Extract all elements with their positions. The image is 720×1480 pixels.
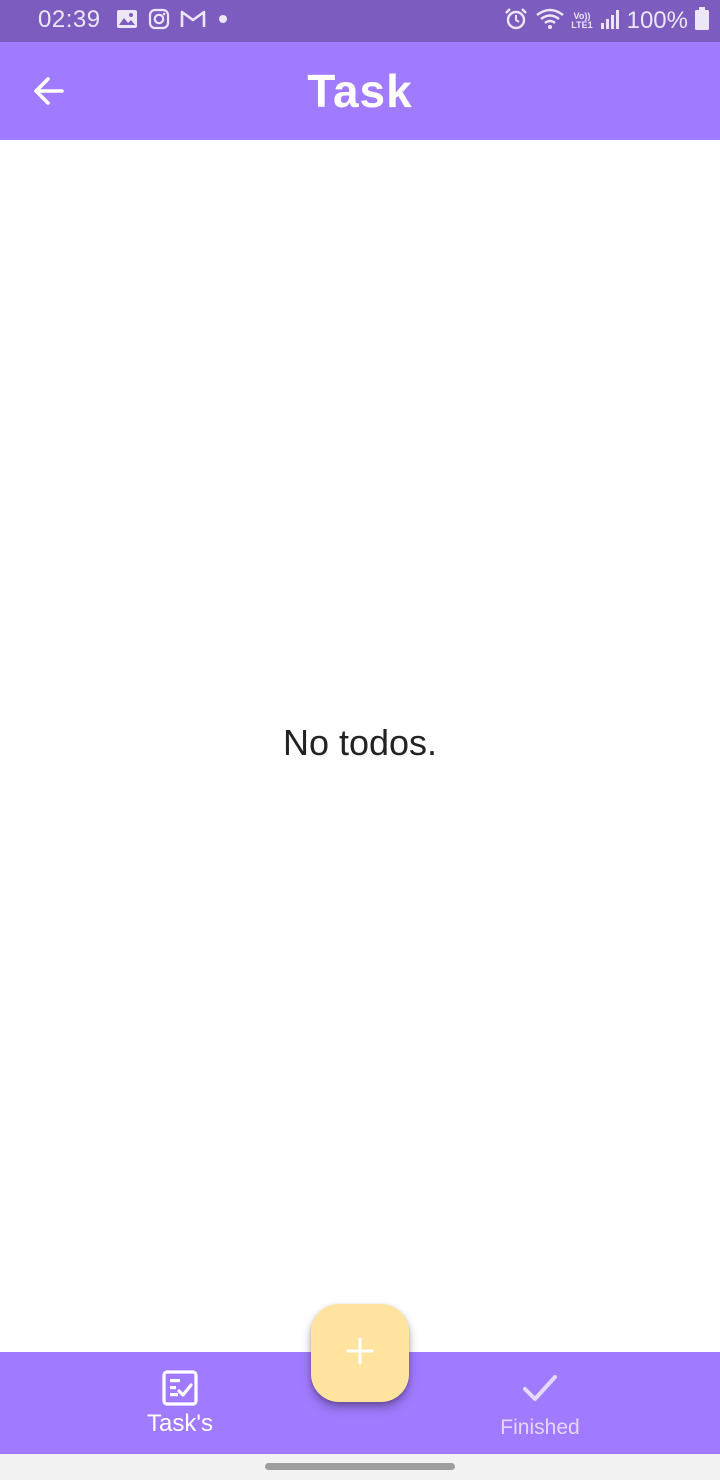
gmail-icon (180, 9, 206, 34)
volte-bottom: LTE1 (571, 20, 593, 30)
battery-icon (694, 6, 710, 36)
notification-icons (116, 8, 230, 35)
page-title: Task (307, 65, 413, 117)
volte-icon: Vo)) LTE1 (571, 12, 592, 30)
gallery-icon (116, 9, 138, 34)
nav-label-finished: Finished (500, 1416, 580, 1439)
empty-state-message: No todos. (282, 722, 438, 763)
gesture-handle[interactable] (265, 1463, 455, 1470)
app-bar: Task (0, 42, 720, 140)
battery-percent: 100% (626, 7, 688, 34)
system-icons: Vo)) LTE1 100% (503, 6, 710, 36)
dot-icon (216, 12, 230, 31)
nav-label-tasks: Task's (147, 1410, 213, 1437)
wifi-icon (535, 7, 565, 36)
nav-item-tasks[interactable]: Task's (80, 1352, 280, 1454)
task-list-icon (162, 1370, 198, 1406)
status-bar: 02:39 Vo)) LTE1 100% (0, 0, 720, 42)
task-list: No todos. (0, 140, 720, 1352)
signal-icon (599, 8, 621, 35)
plus-icon (346, 1337, 374, 1370)
instagram-icon (148, 8, 170, 35)
alarm-icon (503, 6, 529, 37)
status-time: 02:39 (38, 6, 101, 33)
gesture-navigation-area (0, 1454, 720, 1480)
nav-item-finished[interactable]: Finished (440, 1352, 640, 1454)
check-icon (522, 1370, 558, 1406)
add-task-button[interactable] (311, 1304, 409, 1402)
